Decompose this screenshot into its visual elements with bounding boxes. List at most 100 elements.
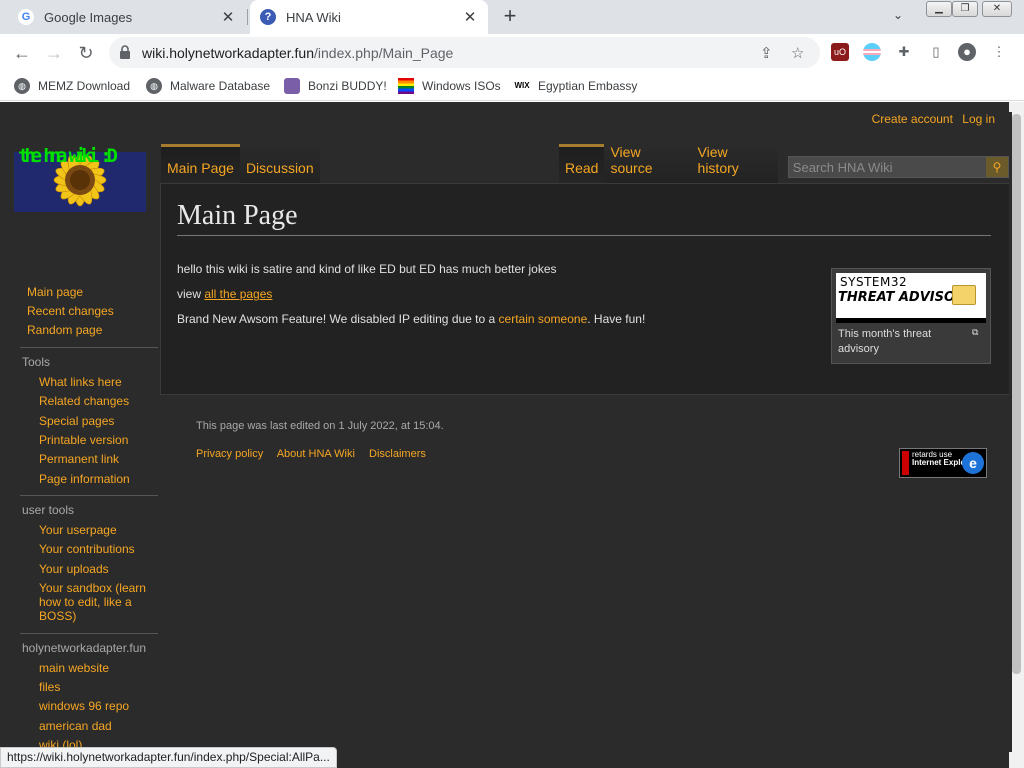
magnify-icon[interactable]: ⧉ [972, 327, 978, 338]
intro-paragraph: hello this wiki is satire and kind of li… [177, 262, 557, 276]
status-bar-url: https://wiki.holynetworkadapter.fun/inde… [0, 747, 337, 768]
sidebar-item-label: Your userpage [39, 523, 117, 538]
bookmark-bonzi-buddy[interactable]: Bonzi BUDDY! [284, 76, 387, 96]
close-tab-icon[interactable]: ✕ [462, 8, 478, 26]
text: Brand New Awsom Feature! We disabled IP … [177, 312, 499, 326]
internet-explorer-badge[interactable]: retards use Internet Explorer e [899, 448, 987, 478]
sidebar-item-printable-version[interactable]: Printable version [20, 430, 158, 449]
user-tools-portal: user tools Your userpage Your contributi… [20, 495, 158, 626]
sidebar-item-your-userpage[interactable]: Your userpage [20, 520, 158, 539]
sidebar-item-label: windows 96 repo [39, 699, 130, 714]
bookmark-label: MEMZ Download [38, 79, 131, 93]
tab-main-page[interactable]: Main Page [161, 144, 240, 184]
badge-side [902, 451, 909, 475]
tab-title: HNA Wiki [286, 9, 341, 25]
ublock-origin-icon[interactable]: uO [831, 43, 849, 61]
close-tab-icon[interactable]: ✕ [220, 8, 236, 26]
sidebar-item-windows-96-repo[interactable]: windows 96 repo [20, 697, 158, 716]
rainbow-flag-icon [398, 78, 414, 94]
sidebar-item-label: Page information [39, 471, 130, 486]
sidebar-item-label: files [39, 679, 61, 694]
sidebar-item-your-contributions[interactable]: Your contributions [20, 540, 158, 559]
restore-button[interactable]: ❐ [952, 1, 978, 17]
tools-portal: Tools What links here Related changes Sp… [20, 347, 158, 488]
tab-view-source[interactable]: View source [604, 144, 692, 184]
disclaimers-link[interactable]: Disclaimers [369, 448, 426, 460]
reload-icon[interactable]: ↻ [73, 40, 99, 66]
footer: This page was last edited on 1 July 2022… [196, 420, 996, 460]
threat-advisory-image[interactable]: SYSTEM32 THREAT ADVISORY [836, 273, 986, 323]
sidebar-item-main-page[interactable]: Main page [20, 282, 158, 301]
hna-heading: holynetworkadapter.fun [20, 632, 158, 658]
side-panel-icon[interactable]: ▯ [927, 43, 945, 61]
google-favicon-icon: G [18, 9, 34, 25]
sidebar-item-american-dad[interactable]: american dad [20, 716, 158, 735]
wiki-logo[interactable]: the hna wiki :D [14, 132, 148, 232]
footer-places: Privacy policy About HNA Wiki Disclaimer… [196, 448, 996, 460]
text: view [177, 287, 205, 301]
threat-advisory-thumbnail: SYSTEM32 THREAT ADVISORY This month's th… [831, 268, 991, 364]
scrollbar-thumb[interactable] [1012, 114, 1021, 674]
back-arrow-icon[interactable]: ← [9, 40, 35, 66]
lock-icon [120, 45, 130, 59]
privacy-policy-link[interactable]: Privacy policy [196, 448, 263, 460]
sidebar-item-special-pages[interactable]: Special pages [20, 411, 158, 430]
address-bar[interactable]: wiki.holynetworkadapter.fun/index.php/Ma… [109, 37, 820, 68]
tab-view-history[interactable]: View history [691, 144, 778, 184]
bookmark-memz-download[interactable]: ◍ MEMZ Download [14, 76, 130, 96]
create-account-link[interactable]: Create account [872, 112, 953, 126]
sidebar-item-your-sandbox[interactable]: Your sandbox (learn how to edit, like a … [20, 579, 158, 626]
tab-discussion[interactable]: Discussion [239, 144, 320, 184]
hna-portal: holynetworkadapter.fun main website file… [20, 632, 158, 755]
share-icon[interactable]: ⇪ [760, 44, 773, 62]
extensions-puzzle-icon[interactable]: ✚ [895, 43, 913, 61]
forward-arrow-icon[interactable]: → [41, 40, 67, 66]
tab-google-images[interactable]: G Google Images ✕ [8, 0, 246, 34]
bookmark-windows-isos[interactable]: Windows ISOs [398, 76, 501, 96]
search-icon[interactable]: ⚲ [986, 157, 1008, 177]
profile-avatar-icon[interactable]: ● [958, 43, 976, 61]
sidebar-item-label: Main page [27, 284, 84, 299]
bookmark-label: Egyptian Embassy [538, 79, 638, 93]
browser-toolbar: ← → ↻ wiki.holynetworkadapter.fun/index.… [0, 34, 1024, 71]
extension-flag-icon[interactable] [863, 43, 881, 61]
sidebar-item-page-information[interactable]: Page information [20, 469, 158, 488]
window-close-button[interactable]: ✕ [982, 1, 1012, 17]
menu-kebab-icon[interactable]: ⋮ [990, 43, 1008, 61]
about-link[interactable]: About HNA Wiki [277, 448, 355, 460]
bookmark-label: Malware Database [170, 79, 271, 93]
namespace-tabs: Main Page Discussion [161, 144, 320, 184]
bookmark-malware-database[interactable]: ◍ Malware Database [146, 76, 270, 96]
url-host: wiki.holynetworkadapter.fun [142, 45, 314, 61]
sidebar-item-files[interactable]: files [20, 677, 158, 696]
bookmark-label: Bonzi BUDDY! [308, 79, 387, 93]
certain-someone-link[interactable]: certain someone [499, 312, 588, 326]
content-area: Main Page hello this wiki is satire and … [160, 183, 1009, 395]
tools-heading: Tools [20, 347, 158, 372]
all-pages-link[interactable]: all the pages [204, 287, 272, 301]
sidebar-item-random-page[interactable]: Random page [20, 321, 158, 340]
bookmark-star-icon[interactable]: ☆ [791, 44, 804, 62]
wix-icon: WIX [514, 81, 530, 90]
bookmark-egyptian-embassy[interactable]: WIX Egyptian Embassy [514, 76, 637, 96]
sidebar-item-label: Your contributions [39, 542, 135, 557]
last-edited-text: This page was last edited on 1 July 2022… [196, 420, 444, 432]
sidebar-item-related-changes[interactable]: Related changes [20, 392, 158, 411]
tab-hna-wiki[interactable]: ? HNA Wiki ✕ [250, 0, 488, 34]
sidebar-item-your-uploads[interactable]: Your uploads [20, 559, 158, 578]
view-pages-paragraph: view all the pages [177, 287, 817, 302]
new-tab-button[interactable]: + [498, 5, 522, 29]
sidebar-item-what-links-here[interactable]: What links here [20, 372, 158, 391]
tab-read[interactable]: Read [559, 144, 605, 184]
wiki-search-input[interactable] [788, 157, 986, 177]
login-link[interactable]: Log in [962, 112, 995, 126]
minimize-button[interactable]: ▁ [926, 1, 952, 17]
sidebar-item-label: Random page [27, 323, 103, 338]
sidebar-item-main-website[interactable]: main website [20, 658, 158, 677]
sidebar-item-recent-changes[interactable]: Recent changes [20, 301, 158, 320]
sidebar-item-label: Printable version [39, 432, 129, 447]
tab-search-chevron-icon[interactable]: ⌄ [893, 8, 903, 22]
page-scrollbar[interactable] [1009, 102, 1024, 768]
sidebar-item-permanent-link[interactable]: Permanent link [20, 450, 158, 469]
url-path: /index.php/Main_Page [314, 45, 454, 61]
